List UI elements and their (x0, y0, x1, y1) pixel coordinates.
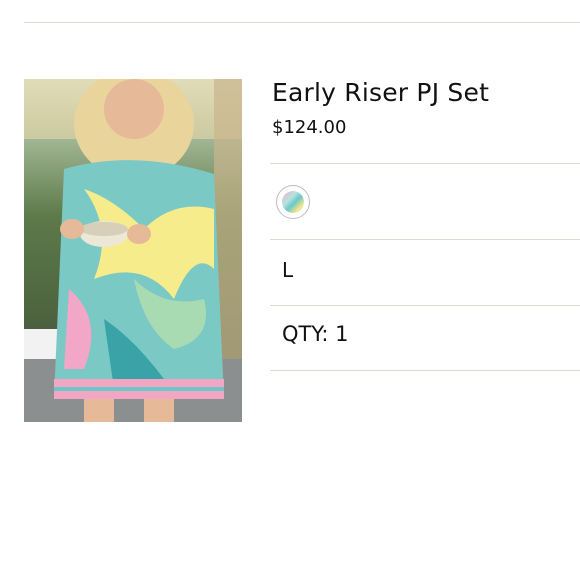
divider (270, 305, 580, 306)
product-image[interactable] (24, 79, 242, 422)
top-divider (24, 22, 580, 23)
divider (270, 239, 580, 240)
size-value: L (282, 258, 294, 282)
quantity-label: QTY: 1 (282, 322, 349, 346)
product-photo (24, 79, 242, 422)
divider (270, 163, 580, 164)
divider (270, 370, 580, 371)
color-swatch-button[interactable] (276, 185, 310, 219)
product-title: Early Riser PJ Set (272, 78, 490, 107)
product-price: $124.00 (272, 117, 347, 138)
print-swatch-icon (282, 191, 304, 213)
